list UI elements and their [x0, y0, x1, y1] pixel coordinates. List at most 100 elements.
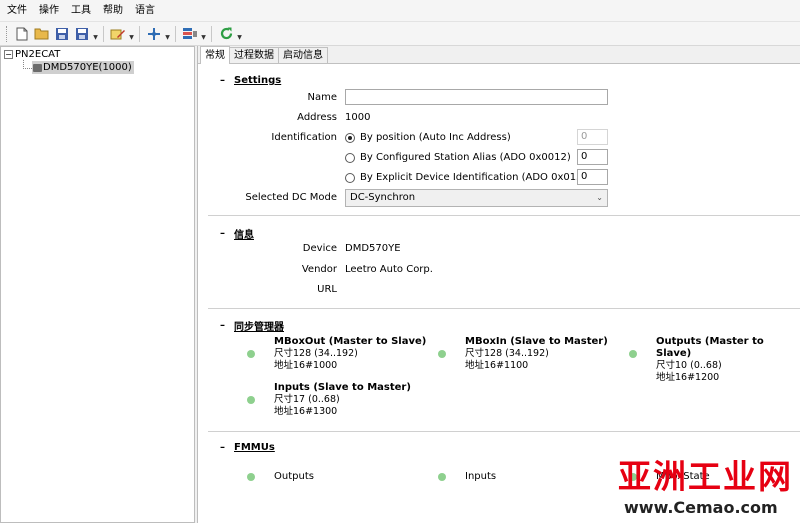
collapse-icon[interactable]: –: [220, 75, 232, 86]
sync-manager-address: 地址16#1100: [465, 360, 529, 371]
tree-node-device[interactable]: DMD570YE(1000): [32, 61, 134, 74]
tab-process-data[interactable]: 过程数据: [229, 47, 279, 63]
status-dot: [247, 473, 255, 481]
sync-manager-item: Inputs (Slave to Master) 尺寸17 (0..68) 地址…: [274, 382, 411, 418]
collapse-icon[interactable]: −: [4, 50, 13, 59]
toolbar: ▼ ▼ ▼ ▼ ▼: [0, 22, 800, 46]
device-config-icon[interactable]: [181, 25, 199, 43]
sync-manager-item: MBoxOut (Master to Slave) 尺寸128 (34..192…: [274, 336, 426, 372]
sync-manager-name: MBoxIn (Slave to Master): [465, 336, 608, 347]
address-label: Address: [297, 112, 337, 123]
collapse-icon[interactable]: –: [220, 320, 232, 331]
tab-bar: 常规 过程数据 启动信息: [198, 46, 800, 64]
sync-manager-size: 尺寸128 (34..192): [274, 348, 358, 359]
tab-startup-info[interactable]: 启动信息: [278, 47, 328, 63]
edit-dropdown-chevron-icon[interactable]: ▼: [128, 25, 135, 43]
divider: [208, 431, 800, 432]
settings-section-header[interactable]: – Settings: [220, 75, 281, 86]
option-label: By Explicit Device Identification (ADO 0…: [360, 172, 593, 183]
refresh-icon[interactable]: [217, 25, 235, 43]
dc-mode-label: Selected DC Mode: [245, 192, 337, 203]
toolbar-separator: [211, 25, 212, 42]
collapse-icon[interactable]: –: [220, 442, 232, 453]
sync-manager-address: 地址16#1300: [274, 406, 338, 417]
menu-file[interactable]: 文件: [2, 0, 32, 22]
identification-label: Identification: [271, 132, 337, 143]
menu-help[interactable]: 帮助: [98, 0, 128, 22]
identification-option-position[interactable]: By position (Auto Inc Address): [345, 132, 511, 143]
toolbar-grip[interactable]: [6, 25, 9, 42]
fmmu-section-header[interactable]: – FMMUs: [220, 442, 275, 453]
save-dropdown-chevron-icon[interactable]: ▼: [92, 25, 99, 43]
identification-option-explicit[interactable]: By Explicit Device Identification (ADO 0…: [345, 172, 593, 183]
menu-language[interactable]: 语言: [130, 0, 160, 22]
divider: [208, 215, 800, 216]
toolbar-separator: [139, 25, 140, 42]
sync-manager-name: MBoxOut (Master to Slave): [274, 336, 427, 347]
info-section-header[interactable]: – 信息: [220, 226, 254, 241]
sync-manager-size: 尺寸128 (34..192): [465, 348, 549, 359]
address-value: 1000: [345, 112, 371, 123]
dc-mode-value: DC-Synchron: [350, 192, 416, 203]
sync-manager-section-title: 同步管理器: [234, 322, 284, 333]
radio-button[interactable]: [345, 172, 355, 183]
tree-connector: [23, 68, 32, 69]
settings-section-title: Settings: [234, 75, 282, 86]
chevron-down-icon: ⌄: [596, 193, 603, 202]
sync-manager-name: Inputs (Slave to Master): [274, 382, 411, 393]
menu-operate[interactable]: 操作: [34, 0, 64, 22]
status-dot: [629, 350, 637, 358]
vendor-value: Leetro Auto Corp.: [345, 264, 433, 275]
save-as-icon[interactable]: [73, 25, 91, 43]
open-folder-icon[interactable]: [33, 25, 51, 43]
fmmu-item-inputs: Inputs: [465, 471, 497, 482]
tree-root-label: PN2ECAT: [15, 49, 61, 60]
tree-node-label: DMD570YE(1000): [43, 62, 132, 73]
menu-bar: 文件 操作 工具 帮助 语言: [0, 0, 800, 22]
status-dot: [438, 350, 446, 358]
device-label: Device: [302, 243, 337, 254]
device-icon: [33, 63, 42, 72]
refresh-dropdown-chevron-icon[interactable]: ▼: [236, 25, 243, 43]
fmmu-item-outputs: Outputs: [274, 471, 314, 482]
status-dot: [438, 473, 446, 481]
url-label: URL: [317, 284, 337, 295]
position-value-field: 0: [577, 129, 608, 145]
network-dropdown-chevron-icon[interactable]: ▼: [164, 25, 171, 43]
sync-manager-address: 地址16#1200: [656, 372, 720, 383]
watermark-url: www.Cemao.com: [624, 498, 778, 517]
device-tree: − PN2ECAT DMD570YE(1000): [0, 46, 195, 523]
sync-manager-section-header[interactable]: – 同步管理器: [220, 318, 284, 333]
sync-manager-item: MBoxIn (Slave to Master) 尺寸128 (34..192)…: [465, 336, 608, 372]
option-label: By position (Auto Inc Address): [360, 132, 511, 143]
option-label: By Configured Station Alias (ADO 0x0012): [360, 152, 571, 163]
menu-tools[interactable]: 工具: [66, 0, 96, 22]
sync-manager-size: 尺寸10 (0..68): [656, 360, 722, 371]
sync-manager-size: 尺寸17 (0..68): [274, 394, 340, 405]
collapse-icon[interactable]: –: [220, 228, 232, 239]
name-label: Name: [307, 92, 337, 103]
divider: [208, 308, 800, 309]
identification-option-alias[interactable]: By Configured Station Alias (ADO 0x0012): [345, 152, 571, 163]
tree-root-node[interactable]: − PN2ECAT: [4, 49, 60, 60]
alias-value-field[interactable]: 0: [577, 149, 608, 165]
radio-button[interactable]: [345, 132, 355, 143]
device-dropdown-chevron-icon[interactable]: ▼: [200, 25, 207, 43]
save-icon[interactable]: [53, 25, 71, 43]
edit-icon[interactable]: [109, 25, 127, 43]
name-field[interactable]: [345, 89, 608, 105]
watermark-logo: 亚洲工业网: [618, 457, 793, 496]
info-section-title: 信息: [234, 230, 254, 241]
sync-manager-item: Outputs (Master to Slave) 尺寸10 (0..68) 地…: [656, 336, 800, 384]
tab-general[interactable]: 常规: [200, 46, 230, 64]
vendor-label: Vendor: [301, 264, 337, 275]
explicit-value-field[interactable]: 0: [577, 169, 608, 185]
network-scan-icon[interactable]: [145, 25, 163, 43]
status-dot: [247, 396, 255, 404]
radio-button[interactable]: [345, 152, 355, 163]
new-file-icon[interactable]: [13, 25, 31, 43]
sync-manager-address: 地址16#1000: [274, 360, 338, 371]
dc-mode-select[interactable]: DC-Synchron ⌄: [345, 189, 608, 207]
status-dot: [247, 350, 255, 358]
fmmu-section-title: FMMUs: [234, 442, 275, 453]
